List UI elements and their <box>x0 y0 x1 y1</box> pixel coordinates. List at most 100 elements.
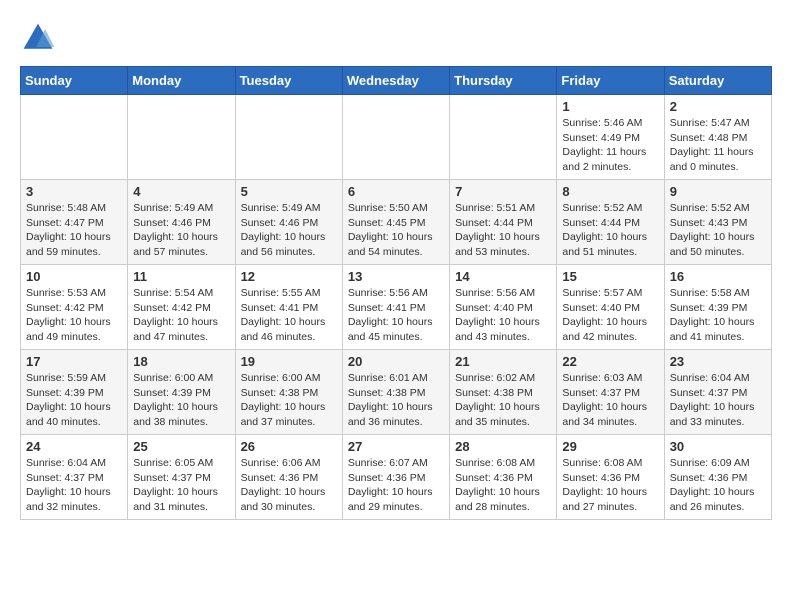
day-number: 5 <box>241 184 337 199</box>
weekday-header-cell: Saturday <box>664 67 771 95</box>
day-info: Sunrise: 5:55 AMSunset: 4:41 PMDaylight:… <box>241 286 337 345</box>
day-number: 4 <box>133 184 229 199</box>
calendar-day-cell: 2 Sunrise: 5:47 AMSunset: 4:48 PMDaylight… <box>664 95 771 180</box>
day-info: Sunrise: 5:58 AMSunset: 4:39 PMDaylight:… <box>670 286 766 345</box>
calendar-day-cell <box>342 95 449 180</box>
day-info: Sunrise: 5:56 AMSunset: 4:41 PMDaylight:… <box>348 286 444 345</box>
weekday-header-cell: Tuesday <box>235 67 342 95</box>
day-info: Sunrise: 6:04 AMSunset: 4:37 PMDaylight:… <box>26 456 122 515</box>
calendar-day-cell <box>21 95 128 180</box>
calendar-day-cell: 9 Sunrise: 5:52 AMSunset: 4:43 PMDaylight… <box>664 180 771 265</box>
calendar-day-cell <box>235 95 342 180</box>
day-info: Sunrise: 5:52 AMSunset: 4:44 PMDaylight:… <box>562 201 658 260</box>
calendar-body: 1Sunrise: 5:46 AMSunset: 4:49 PMDaylight… <box>21 95 772 520</box>
day-number: 10 <box>26 269 122 284</box>
day-number: 17 <box>26 354 122 369</box>
calendar-day-cell <box>128 95 235 180</box>
calendar-day-cell: 29 Sunrise: 6:08 AMSunset: 4:36 PMDayligh… <box>557 435 664 520</box>
calendar-day-cell: 12 Sunrise: 5:55 AMSunset: 4:41 PMDayligh… <box>235 265 342 350</box>
day-number: 16 <box>670 269 766 284</box>
day-info: Sunrise: 6:03 AMSunset: 4:37 PMDaylight:… <box>562 371 658 430</box>
calendar-day-cell: 4 Sunrise: 5:49 AMSunset: 4:46 PMDaylight… <box>128 180 235 265</box>
calendar-day-cell: 13 Sunrise: 5:56 AMSunset: 4:41 PMDayligh… <box>342 265 449 350</box>
weekday-header-row: SundayMondayTuesdayWednesdayThursdayFrid… <box>21 67 772 95</box>
day-info: Sunrise: 6:05 AMSunset: 4:37 PMDaylight:… <box>133 456 229 515</box>
day-info: Sunrise: 5:52 AMSunset: 4:43 PMDaylight:… <box>670 201 766 260</box>
page-header <box>20 20 772 56</box>
day-info: Sunrise: 6:00 AMSunset: 4:39 PMDaylight:… <box>133 371 229 430</box>
day-info: Sunrise: 6:02 AMSunset: 4:38 PMDaylight:… <box>455 371 551 430</box>
weekday-header-cell: Monday <box>128 67 235 95</box>
day-number: 6 <box>348 184 444 199</box>
day-info: Sunrise: 5:59 AMSunset: 4:39 PMDaylight:… <box>26 371 122 430</box>
calendar-day-cell: 3 Sunrise: 5:48 AMSunset: 4:47 PMDaylight… <box>21 180 128 265</box>
day-number: 3 <box>26 184 122 199</box>
day-info: Sunrise: 5:48 AMSunset: 4:47 PMDaylight:… <box>26 201 122 260</box>
calendar-day-cell: 8 Sunrise: 5:52 AMSunset: 4:44 PMDaylight… <box>557 180 664 265</box>
day-number: 13 <box>348 269 444 284</box>
day-number: 9 <box>670 184 766 199</box>
calendar-day-cell: 30 Sunrise: 6:09 AMSunset: 4:36 PMDayligh… <box>664 435 771 520</box>
calendar-day-cell: 11 Sunrise: 5:54 AMSunset: 4:42 PMDayligh… <box>128 265 235 350</box>
day-number: 15 <box>562 269 658 284</box>
day-number: 12 <box>241 269 337 284</box>
day-number: 22 <box>562 354 658 369</box>
calendar-day-cell: 26Sunrise: 6:06 AMSunset: 4:36 PMDayligh… <box>235 435 342 520</box>
day-info: Sunrise: 5:54 AMSunset: 4:42 PMDaylight:… <box>133 286 229 345</box>
calendar-day-cell: 7 Sunrise: 5:51 AMSunset: 4:44 PMDaylight… <box>450 180 557 265</box>
calendar-day-cell: 22 Sunrise: 6:03 AMSunset: 4:37 PMDayligh… <box>557 350 664 435</box>
calendar-day-cell: 6 Sunrise: 5:50 AMSunset: 4:45 PMDaylight… <box>342 180 449 265</box>
calendar-day-cell <box>450 95 557 180</box>
calendar-week-row: 1Sunrise: 5:46 AMSunset: 4:49 PMDaylight… <box>21 95 772 180</box>
calendar-day-cell: 28Sunrise: 6:08 AMSunset: 4:36 PMDayligh… <box>450 435 557 520</box>
day-info: Sunrise: 5:49 AMSunset: 4:46 PMDaylight:… <box>241 201 337 260</box>
logo-icon <box>20 20 56 56</box>
day-info: Sunrise: 6:01 AMSunset: 4:38 PMDaylight:… <box>348 371 444 430</box>
calendar-day-cell: 19Sunrise: 6:00 AMSunset: 4:38 PMDayligh… <box>235 350 342 435</box>
calendar-week-row: 24 Sunrise: 6:04 AMSunset: 4:37 PMDayligh… <box>21 435 772 520</box>
calendar-day-cell: 14Sunrise: 5:56 AMSunset: 4:40 PMDayligh… <box>450 265 557 350</box>
calendar-day-cell: 17 Sunrise: 5:59 AMSunset: 4:39 PMDayligh… <box>21 350 128 435</box>
day-number: 24 <box>26 439 122 454</box>
calendar-day-cell: 23 Sunrise: 6:04 AMSunset: 4:37 PMDayligh… <box>664 350 771 435</box>
day-info: Sunrise: 5:53 AMSunset: 4:42 PMDaylight:… <box>26 286 122 345</box>
day-number: 21 <box>455 354 551 369</box>
day-number: 11 <box>133 269 229 284</box>
calendar-day-cell: 1Sunrise: 5:46 AMSunset: 4:49 PMDaylight… <box>557 95 664 180</box>
day-info: Sunrise: 5:50 AMSunset: 4:45 PMDaylight:… <box>348 201 444 260</box>
day-info: Sunrise: 5:51 AMSunset: 4:44 PMDaylight:… <box>455 201 551 260</box>
logo <box>20 20 62 56</box>
calendar-day-cell: 27Sunrise: 6:07 AMSunset: 4:36 PMDayligh… <box>342 435 449 520</box>
day-number: 23 <box>670 354 766 369</box>
day-info: Sunrise: 6:09 AMSunset: 4:36 PMDaylight:… <box>670 456 766 515</box>
day-number: 18 <box>133 354 229 369</box>
day-info: Sunrise: 6:08 AMSunset: 4:36 PMDaylight:… <box>455 456 551 515</box>
calendar-week-row: 3 Sunrise: 5:48 AMSunset: 4:47 PMDaylight… <box>21 180 772 265</box>
calendar-day-cell: 24 Sunrise: 6:04 AMSunset: 4:37 PMDayligh… <box>21 435 128 520</box>
day-number: 27 <box>348 439 444 454</box>
calendar-day-cell: 5 Sunrise: 5:49 AMSunset: 4:46 PMDaylight… <box>235 180 342 265</box>
day-number: 8 <box>562 184 658 199</box>
day-info: Sunrise: 6:08 AMSunset: 4:36 PMDaylight:… <box>562 456 658 515</box>
day-info: Sunrise: 6:06 AMSunset: 4:36 PMDaylight:… <box>241 456 337 515</box>
day-number: 7 <box>455 184 551 199</box>
calendar-day-cell: 15 Sunrise: 5:57 AMSunset: 4:40 PMDayligh… <box>557 265 664 350</box>
day-info: Sunrise: 5:47 AMSunset: 4:48 PMDaylight:… <box>670 116 766 175</box>
calendar-day-cell: 20 Sunrise: 6:01 AMSunset: 4:38 PMDayligh… <box>342 350 449 435</box>
calendar-day-cell: 25Sunrise: 6:05 AMSunset: 4:37 PMDayligh… <box>128 435 235 520</box>
calendar-day-cell: 18 Sunrise: 6:00 AMSunset: 4:39 PMDayligh… <box>128 350 235 435</box>
day-number: 2 <box>670 99 766 114</box>
day-number: 30 <box>670 439 766 454</box>
day-info: Sunrise: 5:56 AMSunset: 4:40 PMDaylight:… <box>455 286 551 345</box>
day-info: Sunrise: 5:57 AMSunset: 4:40 PMDaylight:… <box>562 286 658 345</box>
day-number: 29 <box>562 439 658 454</box>
calendar-day-cell: 10 Sunrise: 5:53 AMSunset: 4:42 PMDayligh… <box>21 265 128 350</box>
calendar-day-cell: 16 Sunrise: 5:58 AMSunset: 4:39 PMDayligh… <box>664 265 771 350</box>
day-number: 20 <box>348 354 444 369</box>
day-number: 19 <box>241 354 337 369</box>
weekday-header-cell: Friday <box>557 67 664 95</box>
day-info: Sunrise: 5:49 AMSunset: 4:46 PMDaylight:… <box>133 201 229 260</box>
weekday-header-cell: Wednesday <box>342 67 449 95</box>
day-info: Sunrise: 6:04 AMSunset: 4:37 PMDaylight:… <box>670 371 766 430</box>
day-info: Sunrise: 5:46 AMSunset: 4:49 PMDaylight:… <box>562 116 658 175</box>
